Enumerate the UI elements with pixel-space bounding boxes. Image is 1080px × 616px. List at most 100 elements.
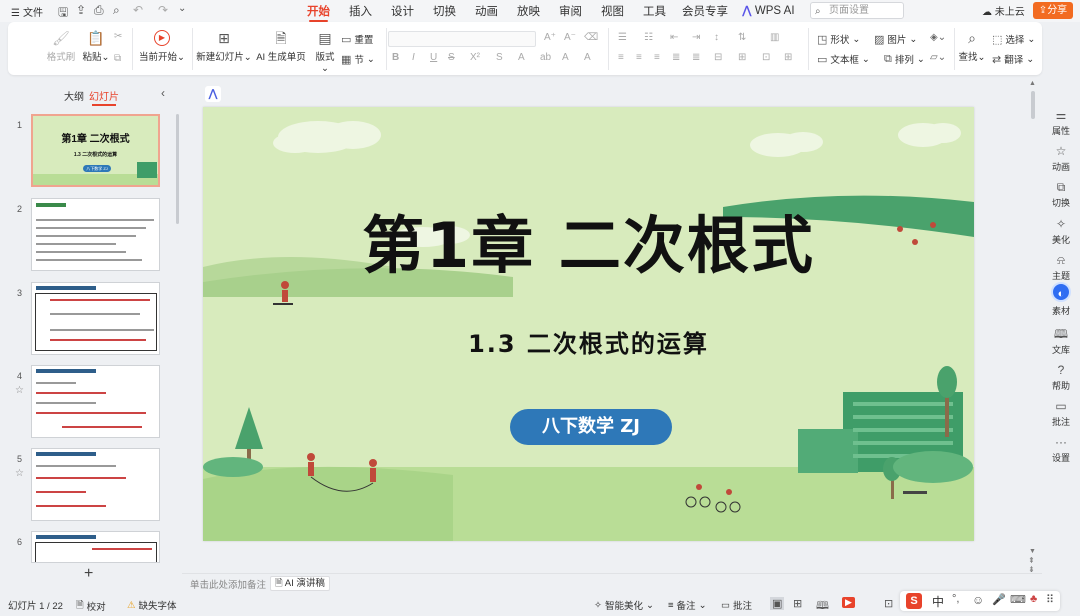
tab-animation[interactable]: 动画 — [475, 3, 498, 19]
text-fit-icon[interactable]: ⊞ — [784, 52, 792, 63]
highlight-icon[interactable]: A — [562, 52, 569, 63]
wps-ai-floating-icon[interactable]: ⋀ — [205, 86, 221, 102]
numbering-icon[interactable]: ☷ — [644, 32, 653, 43]
ai-speech-button[interactable]: 🗎 AI 演讲稿 — [270, 576, 330, 591]
align-left-icon[interactable]: ≡ — [618, 52, 624, 63]
missing-font-button[interactable]: ⚠ 缺失字体 — [127, 598, 177, 613]
notes-bar[interactable]: 单击此处添加备注 🗎 AI 演讲稿 — [182, 573, 1042, 592]
sidebar-item-comments[interactable]: ▭ 批注 — [1042, 399, 1080, 428]
copy-icon[interactable]: ⧉ — [114, 53, 121, 64]
text-direction-icon[interactable]: ⇅ — [738, 32, 746, 43]
prev-page-icon[interactable]: ⇞ — [1028, 556, 1035, 565]
tab-transition[interactable]: 切换 — [433, 3, 456, 19]
voice-icon[interactable]: 🎤 — [992, 593, 1006, 606]
slide-title[interactable]: 第1章 二次根式 — [203, 195, 974, 285]
slide-thumbnail-3[interactable] — [31, 282, 160, 355]
slide-badge[interactable]: 八下数学 ZJ — [510, 409, 672, 445]
ai-single-page-button[interactable]: 🗎 AI 生成单页 — [254, 30, 308, 63]
line-spacing-icon[interactable]: ↕ — [714, 32, 719, 43]
scroll-up-icon[interactable]: ▲ — [1029, 80, 1036, 87]
translate-button[interactable]: ⇄ 翻译 ⌄ — [992, 52, 1034, 67]
bold-icon[interactable]: B — [392, 52, 399, 63]
proofread-button[interactable]: 🗎 校对 — [76, 598, 106, 614]
share-button[interactable]: ⇪分享 — [1033, 2, 1073, 19]
smartart-icon[interactable]: ⊞ — [738, 52, 746, 63]
align-center-icon[interactable]: ≡ — [636, 52, 642, 63]
emoji-icon[interactable]: ☺ — [972, 593, 984, 607]
tab-slideshow[interactable]: 放映 — [517, 3, 540, 19]
char-spacing-icon[interactable]: ab — [540, 52, 551, 63]
font-color-icon[interactable]: A — [518, 52, 525, 63]
shape-button[interactable]: ◳ 形状 ⌄ — [817, 32, 860, 47]
tab-home[interactable]: 开始 — [307, 3, 330, 22]
play-slideshow-icon[interactable]: ▶ — [842, 597, 855, 608]
ime-language[interactable]: 中 — [932, 593, 944, 610]
punctuation-icon[interactable]: °, — [952, 593, 959, 605]
sidebar-item-settings[interactable]: ··· 设置 — [1042, 435, 1080, 464]
export-icon[interactable]: ⇪ — [76, 3, 86, 17]
slide-thumbnail-1[interactable]: 第1章 二次根式 1.3 二次根式的运算 八下数学 ZJ — [31, 114, 160, 187]
file-menu[interactable]: ☰ 文件 — [11, 4, 43, 19]
redo-icon[interactable]: ↷ — [158, 3, 168, 17]
fit-window-icon[interactable]: ⊡ — [884, 597, 893, 610]
select-button[interactable]: ⬚ 选择 ⌄ — [992, 32, 1035, 47]
underline-icon[interactable]: U — [430, 52, 437, 63]
bullets-icon[interactable]: ☰ — [618, 32, 627, 43]
notes-toggle-button[interactable]: ≡ 备注 ⌄ — [668, 598, 707, 613]
paste-button[interactable]: 📋 粘贴⌄ — [80, 30, 112, 63]
slide-thumbnail-2[interactable] — [31, 198, 160, 271]
strikethrough-icon[interactable]: S — [448, 52, 455, 63]
tab-design[interactable]: 设计 — [391, 3, 414, 19]
slide-canvas[interactable]: 第1章 二次根式 1.3 二次根式的运算 八下数学 ZJ — [203, 107, 974, 541]
arrange-button[interactable]: ⧉ 排列 ⌄ — [884, 52, 925, 67]
tab-slides[interactable]: 幻灯片 — [89, 88, 119, 106]
text-shadow-icon[interactable]: S — [496, 52, 503, 63]
canvas-scrollbar[interactable] — [1031, 91, 1035, 119]
outline-icon[interactable]: ▱⌄ — [930, 52, 946, 63]
add-slide-button[interactable]: + — [84, 565, 93, 583]
save-icon[interactable]: 🖫 — [58, 3, 68, 24]
print-icon[interactable]: ⎙ — [94, 3, 104, 18]
tab-insert[interactable]: 插入 — [349, 3, 372, 19]
valign-icon[interactable]: ⊟ — [714, 52, 722, 63]
scroll-down-icon[interactable]: ▼ — [1029, 548, 1036, 555]
slide-thumbnail-5[interactable] — [31, 448, 160, 521]
slide-thumbnail-6[interactable] — [31, 531, 160, 563]
grid-menu-icon[interactable]: ⠿ — [1046, 593, 1054, 606]
align-right-icon[interactable]: ≡ — [654, 52, 660, 63]
sidebar-item-properties[interactable]: ⚌ 属性 — [1042, 108, 1080, 137]
tab-wps-ai[interactable]: ⋀ WPS AI — [742, 3, 795, 17]
keyboard-icon[interactable]: ⌨ — [1010, 593, 1026, 606]
sidebar-item-beautify[interactable]: ✧ 美化 — [1042, 217, 1080, 246]
tab-review[interactable]: 审阅 — [559, 3, 582, 19]
italic-icon[interactable]: I — [412, 52, 415, 63]
fill-icon[interactable]: ◈⌄ — [930, 32, 946, 43]
columns-icon[interactable]: ▥ — [770, 32, 779, 43]
new-slide-button[interactable]: ⊞ 新建幻灯片⌄ — [196, 30, 252, 63]
reading-view-icon[interactable]: 🕮 — [816, 597, 829, 616]
tab-outline[interactable]: 大纲 — [64, 88, 84, 103]
skin-icon[interactable]: ♣ — [1030, 593, 1037, 605]
picture-button[interactable]: ▨ 图片 ⌄ — [874, 32, 917, 47]
distribute-icon[interactable]: ≣ — [692, 52, 700, 63]
increase-font-icon[interactable]: A⁺ — [544, 32, 556, 43]
notes-placeholder[interactable]: 单击此处添加备注 — [190, 577, 266, 591]
format-painter-button[interactable]: 🖌 格式刷 — [46, 30, 76, 63]
justify-icon[interactable]: ≣ — [672, 52, 680, 63]
slides-scrollbar[interactable] — [176, 114, 179, 224]
start-current-button[interactable]: ▶ 当前开始⌄ — [138, 30, 186, 63]
sidebar-item-animation[interactable]: ☆ 动画 — [1042, 144, 1080, 173]
textbox-button[interactable]: ▭ 文本框 ⌄ — [817, 52, 870, 67]
sidebar-item-transition[interactable]: ⧉ 切换 — [1042, 180, 1080, 209]
slide-subtitle[interactable]: 1.3 二次根式的运算 — [203, 324, 974, 359]
section-button[interactable]: ▦ 节 ⌄ — [341, 52, 375, 67]
search-input[interactable]: ⌕ 页面设置 — [810, 2, 904, 19]
superscript-icon[interactable]: X² — [470, 52, 480, 63]
more-icon[interactable]: ⌄ — [178, 3, 186, 14]
smart-beautify-button[interactable]: ✧ 智能美化 ⌄ — [594, 598, 654, 613]
tab-tools[interactable]: 工具 — [643, 3, 666, 19]
reset-button[interactable]: ▭ 重置 — [341, 32, 373, 47]
clear-format-icon[interactable]: ⌫ — [584, 32, 598, 43]
cloud-status[interactable]: ☁ 未上云 — [982, 3, 1025, 18]
sidebar-item-help[interactable]: ? 帮助 — [1042, 363, 1080, 392]
